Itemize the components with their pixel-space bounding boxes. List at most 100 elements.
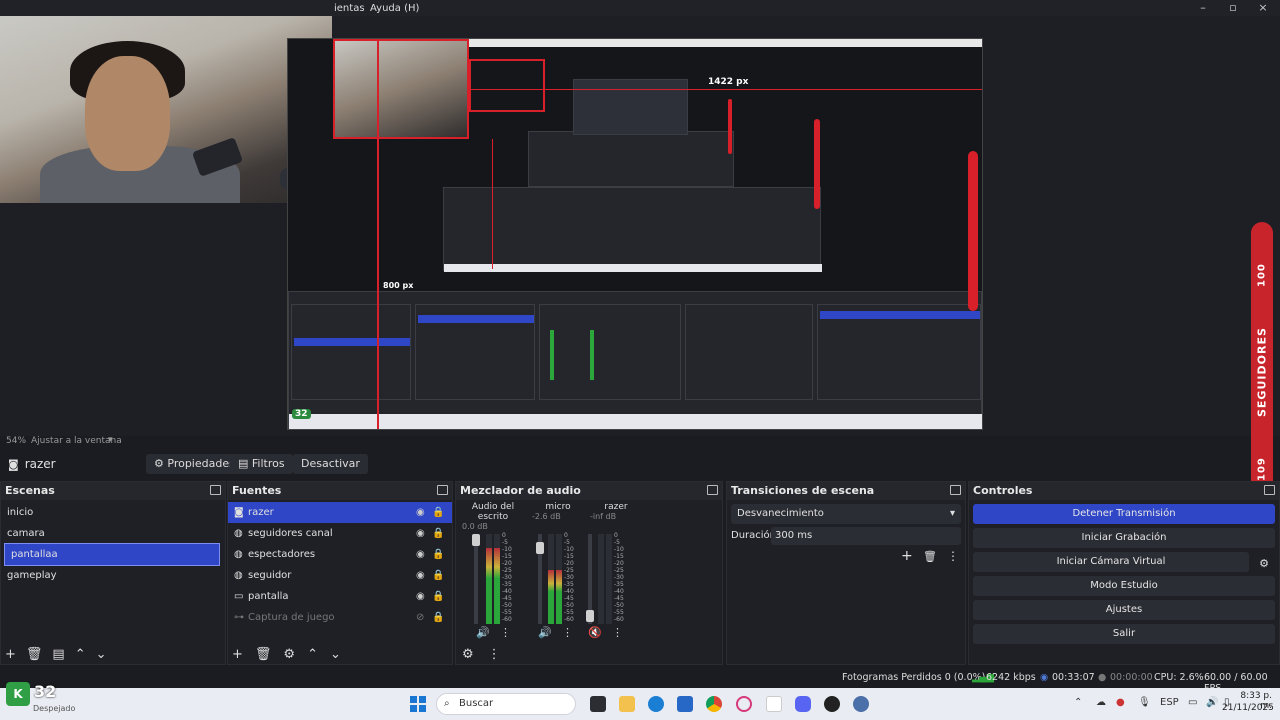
close-button[interactable]: ×: [1248, 0, 1278, 16]
mini-weather: 32: [292, 409, 311, 419]
dropped-frames: Fotogramas Perdidos 0 (0.0%): [842, 672, 986, 683]
undock-icon[interactable]: [707, 485, 718, 495]
exit-button[interactable]: Salir: [973, 624, 1275, 644]
lock-icon[interactable]: 🔒: [432, 586, 444, 607]
lock-icon[interactable]: 🔒: [432, 502, 444, 523]
lock-icon[interactable]: 🔒: [432, 607, 444, 628]
source-item[interactable]: ▭ pantalla ◉ 🔒: [228, 586, 452, 607]
settings-button[interactable]: Ajustes: [973, 600, 1275, 620]
app-tray-icon[interactable]: ●: [1116, 697, 1125, 708]
source-item[interactable]: ◍ seguidores canal ◉ 🔒: [228, 523, 452, 544]
source-item-hidden[interactable]: ⊶ Captura de juego ⊘ 🔒: [228, 607, 452, 628]
source-item[interactable]: ◍ espectadores ◉ 🔒: [228, 544, 452, 565]
volume-icon[interactable]: 🔊: [1206, 697, 1218, 708]
meter-scale-tick: -35: [614, 581, 624, 588]
speaker-icon[interactable]: 🔊: [476, 626, 490, 639]
arrow-up-icon[interactable]: ⌃: [307, 647, 318, 662]
language-indicator[interactable]: ESP: [1160, 697, 1179, 708]
more-icon[interactable]: ⋮: [562, 626, 573, 639]
add-icon[interactable]: +: [901, 548, 913, 564]
studio-mode-button[interactable]: Modo Estudio: [973, 576, 1275, 596]
undock-icon[interactable]: [1264, 485, 1275, 495]
eye-icon[interactable]: ◉: [416, 544, 425, 565]
eye-icon[interactable]: ◉: [416, 586, 425, 607]
eye-icon[interactable]: ◉: [416, 523, 425, 544]
source-item-selected[interactable]: ◙ razer ◉ 🔒: [228, 502, 452, 523]
source-item[interactable]: ◍ seguidor ◉ 🔒: [228, 565, 452, 586]
menu-help[interactable]: Ayuda (H): [370, 3, 419, 14]
windows-start-icon[interactable]: [410, 696, 426, 712]
gear-icon[interactable]: ⚙: [283, 647, 295, 662]
document-icon[interactable]: [766, 696, 782, 712]
stop-stream-button[interactable]: Detener Transmisión: [973, 504, 1275, 524]
chevron-up-icon[interactable]: ⌃: [1074, 697, 1082, 708]
arrow-down-icon[interactable]: ⌄: [96, 647, 107, 662]
scene-item[interactable]: inicio: [1, 502, 225, 523]
store-icon[interactable]: [677, 696, 693, 712]
arrow-up-icon[interactable]: ⌃: [75, 647, 86, 662]
trash-icon[interactable]: 🗑: [255, 647, 272, 662]
minimize-button[interactable]: –: [1188, 0, 1218, 16]
undock-icon[interactable]: [210, 485, 221, 495]
eye-off-icon[interactable]: ⊘: [416, 607, 424, 628]
lock-icon[interactable]: 🔒: [432, 544, 444, 565]
menu-tools[interactable]: ientas: [334, 3, 365, 14]
more-icon[interactable]: ⋮: [947, 549, 959, 563]
speaker-icon[interactable]: 🔊: [538, 626, 552, 639]
start-virtual-camera-button[interactable]: Iniciar Cámara Virtual: [973, 552, 1249, 572]
trash-icon[interactable]: 🗑: [923, 550, 937, 563]
filters-button[interactable]: ▤ Filtros: [230, 454, 293, 474]
more-icon[interactable]: ⋮: [612, 626, 623, 639]
file-explorer-icon[interactable]: [619, 696, 635, 712]
chrome-icon[interactable]: [706, 696, 722, 712]
lock-icon[interactable]: 🔒: [432, 565, 444, 586]
selected-source-name: razer: [24, 457, 56, 471]
add-icon[interactable]: +: [232, 647, 243, 662]
windows-taskbar: K 32 Despejado ⌕ Buscar ⌃ ☁ ● 🎙 ESP ▭ 🔊 …: [0, 682, 1280, 720]
clock-date[interactable]: 21/11/2025: [1222, 703, 1274, 713]
weather-icon[interactable]: K: [6, 682, 30, 706]
eye-icon[interactable]: ◉: [416, 502, 425, 523]
volume-slider[interactable]: [536, 534, 544, 624]
more-icon[interactable]: ⋮: [500, 626, 511, 639]
volume-slider[interactable]: [586, 534, 594, 624]
settings-app-icon[interactable]: [853, 696, 869, 712]
gear-icon[interactable]: ⚙: [462, 647, 474, 662]
add-icon[interactable]: +: [5, 647, 16, 662]
sources-dock: Fuentes ◙ razer ◉ 🔒 ◍ seguidores canal ◉…: [227, 481, 453, 665]
more-icon[interactable]: ⋮: [488, 647, 501, 662]
task-view-icon[interactable]: [590, 696, 606, 712]
eye-icon[interactable]: ◉: [416, 565, 425, 586]
duration-input[interactable]: 300 ms: [771, 527, 961, 545]
scene-item[interactable]: gameplay: [1, 565, 225, 586]
mic-icon[interactable]: 🎙: [1138, 697, 1151, 708]
transition-select[interactable]: Desvanecimiento ▾: [731, 504, 961, 524]
scene-item[interactable]: camara: [1, 523, 225, 544]
arrow-down-icon[interactable]: ⌄: [330, 647, 341, 662]
maximize-button[interactable]: ▫: [1218, 0, 1248, 16]
deactivate-button[interactable]: Desactivar: [293, 454, 368, 474]
globe-icon: ◍: [234, 528, 243, 539]
cloud-icon[interactable]: ☁: [1096, 697, 1106, 708]
obs-icon[interactable]: [824, 696, 840, 712]
undock-icon[interactable]: [950, 485, 961, 495]
muted-speaker-icon[interactable]: 🔇: [588, 626, 602, 639]
filter-icon[interactable]: ▤: [52, 647, 64, 662]
opera-icon[interactable]: [736, 696, 752, 712]
chevron-down-icon[interactable]: ▾: [108, 435, 113, 445]
undock-icon[interactable]: [437, 485, 448, 495]
gear-icon[interactable]: ⚙: [1259, 557, 1269, 570]
lock-icon[interactable]: 🔒: [432, 523, 444, 544]
network-icon[interactable]: ▭: [1188, 697, 1197, 708]
properties-button[interactable]: ⚙ Propiedades: [146, 454, 243, 474]
preview-canvas[interactable]: 1422 px 800 px 32 109 SEGUIDORES 100: [0, 16, 1280, 522]
scene-item-selected[interactable]: pantallaa: [4, 543, 220, 566]
taskbar-search[interactable]: ⌕ Buscar: [436, 693, 576, 715]
edge-icon[interactable]: [648, 696, 664, 712]
volume-slider[interactable]: [472, 534, 480, 624]
meter-scale-tick: -20: [502, 560, 512, 567]
discord-icon[interactable]: [795, 696, 811, 712]
meter-scale-tick: -50: [564, 602, 574, 609]
trash-icon[interactable]: 🗑: [26, 647, 43, 662]
start-recording-button[interactable]: Iniciar Grabación: [973, 528, 1275, 548]
